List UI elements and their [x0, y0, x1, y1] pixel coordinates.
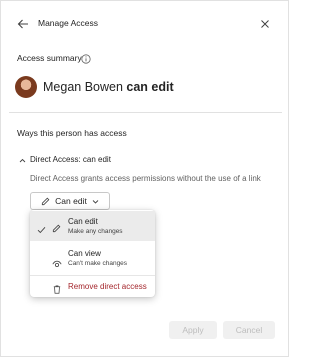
- pencil-icon: [52, 220, 61, 238]
- user-name: Megan Bowen: [43, 80, 123, 94]
- avatar: [15, 76, 37, 98]
- menu-item-subtitle: Make any changes: [68, 228, 123, 235]
- checkmark-icon: [37, 221, 46, 239]
- access-summary-label: Access summary: [17, 53, 82, 63]
- cancel-button[interactable]: Cancel: [223, 321, 275, 339]
- apply-button[interactable]: Apply: [169, 321, 217, 339]
- chevron-down-icon: [92, 198, 99, 205]
- direct-access-title[interactable]: Direct Access: can edit: [30, 155, 111, 164]
- manage-access-panel: Manage Access Access summary Megan Bowen…: [0, 0, 289, 357]
- menu-item-can-edit[interactable]: Can edit Make any changes: [30, 211, 155, 241]
- permission-menu: Can edit Make any changes Can view Can't…: [30, 210, 155, 297]
- menu-item-title: Remove direct access: [68, 282, 147, 291]
- direct-access-description: Direct Access grants access permissions …: [30, 174, 261, 183]
- menu-item-title: Can edit: [68, 217, 98, 226]
- user-access-summary: Megan Bowen can edit: [43, 80, 174, 94]
- close-icon[interactable]: [260, 19, 270, 29]
- permission-dropdown-button[interactable]: Can edit: [30, 192, 110, 210]
- arrow-left-icon[interactable]: [17, 18, 29, 30]
- trash-icon: [53, 281, 61, 299]
- menu-item-can-view[interactable]: Can view Can't make changes: [30, 244, 155, 274]
- menu-item-remove-direct-access[interactable]: Remove direct access: [30, 275, 155, 297]
- ways-heading: Ways this person has access: [17, 128, 127, 138]
- pencil-icon: [41, 197, 50, 206]
- divider: [9, 112, 282, 113]
- permission-dropdown-label: Can edit: [55, 196, 87, 206]
- info-icon[interactable]: [81, 54, 91, 64]
- panel-title: Manage Access: [38, 18, 99, 28]
- chevron-up-icon[interactable]: [19, 157, 26, 164]
- user-permission: can edit: [126, 80, 174, 94]
- menu-item-subtitle: Can't make changes: [68, 260, 128, 267]
- eye-icon: [52, 255, 62, 273]
- menu-item-title: Can view: [68, 249, 101, 258]
